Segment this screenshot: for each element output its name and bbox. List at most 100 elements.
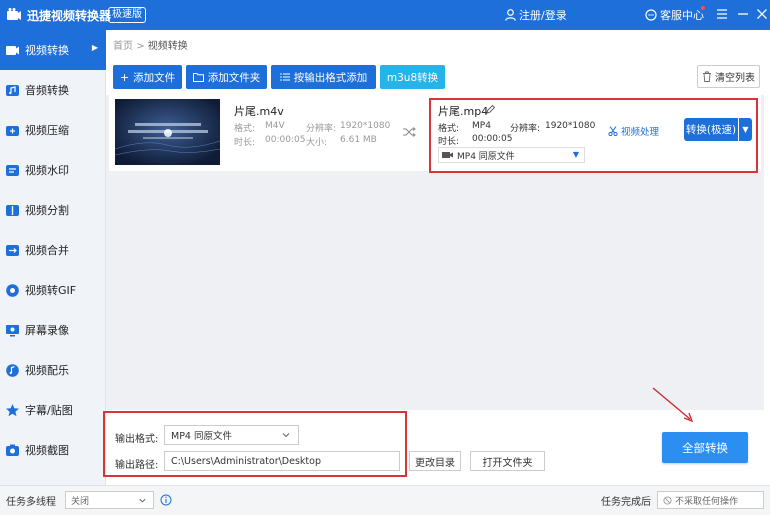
output-format-select-value: MP4 同原文件 <box>457 151 515 162</box>
video-gif-icon <box>6 283 19 297</box>
multithread-label: 任务多线程 <box>6 497 56 508</box>
after-done-value: 不采取任何操作 <box>675 496 739 507</box>
open-folder-button[interactable]: 打开文件夹 <box>470 451 545 471</box>
output-path-label: 输出路径: <box>115 460 159 471</box>
add-folder-button[interactable]: 添加文件夹 <box>186 65 267 89</box>
convert-all-button[interactable]: 全部转换 <box>662 432 748 463</box>
output-resolution-value: 1920*1080 <box>545 121 596 131</box>
close-icon[interactable] <box>754 6 770 22</box>
service-label: 客服中心 <box>660 9 704 22</box>
sidebar-item-label: 视频合并 <box>25 244 69 257</box>
clear-list-label: 清空列表 <box>715 73 755 84</box>
breadcrumb-home[interactable]: 首页 <box>113 41 133 52</box>
source-file-name: 片尾.m4v <box>234 105 284 118</box>
sidebar-item-label: 视频配乐 <box>25 364 69 377</box>
subtitle-icon <box>6 403 19 416</box>
add-by-format-label: 按输出格式添加 <box>293 71 368 84</box>
output-path-value: C:\Users\Administrator\Desktop <box>171 455 321 467</box>
chevron-down-icon <box>282 433 290 438</box>
login-link[interactable]: 注册/登录 <box>505 7 567 23</box>
multithread-select[interactable]: 关闭 <box>65 491 154 509</box>
video-process-label: 视频处理 <box>621 127 660 138</box>
plus-icon: + <box>119 70 130 84</box>
multithread-value: 关闭 <box>71 496 90 507</box>
sidebar-item-video-compress[interactable]: 视频压缩 <box>0 110 106 150</box>
convert-button-label: 转换(极速) <box>685 124 737 136</box>
sidebar-item-video-music[interactable]: 视频配乐 <box>0 350 106 390</box>
output-format-setting-select[interactable]: MP4 同原文件 <box>164 425 299 445</box>
sidebar-item-video-split[interactable]: 视频分割 <box>0 190 106 230</box>
change-directory-label: 更改目录 <box>415 457 455 469</box>
output-duration-label: 时长: <box>438 137 460 147</box>
edit-icon[interactable] <box>486 104 495 114</box>
video-thumbnail <box>115 99 220 165</box>
convert-button[interactable]: 转换(极速) <box>684 118 738 141</box>
audio-convert-icon <box>6 84 19 96</box>
service-center-link[interactable]: 客服中心 <box>645 7 704 23</box>
video-merge-icon <box>6 244 19 256</box>
convert-all-label: 全部转换 <box>682 440 728 455</box>
add-file-button[interactable]: + 添加文件 <box>113 65 182 89</box>
breadcrumb-current: 视频转换 <box>147 41 188 52</box>
sidebar-item-label: 视频转GIF <box>25 284 77 297</box>
m3u8-convert-button[interactable]: m3u8转换 <box>380 65 445 89</box>
video-watermark-icon <box>6 164 19 176</box>
source-size-label: 大小: <box>306 138 328 148</box>
sidebar-item-video-gif[interactable]: 视频转GIF <box>0 270 106 310</box>
output-path-field[interactable]: C:\Users\Administrator\Desktop <box>164 451 400 471</box>
chevron-right-icon: ▶ <box>91 43 98 52</box>
source-resolution-value: 1920*1080 <box>340 121 391 131</box>
sidebar-item-label: 屏幕录像 <box>25 324 69 337</box>
change-directory-button[interactable]: 更改目录 <box>409 451 461 471</box>
video-process-button[interactable]: 视频处理 <box>608 124 659 138</box>
video-music-icon <box>6 363 19 377</box>
output-duration-value: 00:00:05 <box>472 134 513 144</box>
sidebar-item-label: 视频转换 <box>25 44 69 57</box>
output-resolution-label: 分辨率: <box>510 124 541 134</box>
sidebar-item-video-screenshot[interactable]: 视频截图 <box>0 430 106 470</box>
breadcrumb-separator: > <box>136 41 145 52</box>
clear-list-button[interactable]: 清空列表 <box>697 65 760 88</box>
screen-record-icon <box>6 324 19 336</box>
sidebar-item-subtitle[interactable]: 字幕/贴图 <box>0 390 106 430</box>
output-format-value: MP4 <box>472 121 491 131</box>
sidebar-item-video-watermark[interactable]: 视频水印 <box>0 150 106 190</box>
source-resolution-label: 分辨率: <box>306 124 337 134</box>
source-size-value: 6.61 MB <box>340 135 377 145</box>
output-format-label: 格式: <box>438 124 460 134</box>
title-bar: 迅捷视频转换器 极速版 注册/登录 客服中心 <box>0 0 770 30</box>
breadcrumb: 首页 > 视频转换 <box>113 37 188 52</box>
notification-dot <box>701 6 705 10</box>
minimize-icon[interactable] <box>735 6 751 22</box>
sidebar-item-label: 音频转换 <box>25 84 69 97</box>
app-logo-icon <box>7 8 21 20</box>
open-folder-label: 打开文件夹 <box>482 457 533 469</box>
video-split-icon <box>6 204 19 216</box>
sidebar-item-label: 视频截图 <box>25 444 69 457</box>
output-format-select[interactable]: MP4 同原文件 ▼ <box>438 147 585 163</box>
status-bar: 任务多线程 关闭 任务完成后 不采取任何操作 <box>0 485 770 515</box>
output-format-setting-label: 输出格式: <box>115 434 159 445</box>
video-convert-icon <box>6 45 19 55</box>
sidebar-item-video-merge[interactable]: 视频合并 <box>0 230 106 270</box>
sidebar-item-audio-convert[interactable]: 音频转换 <box>0 70 106 110</box>
add-by-format-button[interactable]: 按输出格式添加 <box>271 65 376 89</box>
convert-dropdown-button[interactable]: ▼ <box>739 118 752 141</box>
sidebar-item-screen-record[interactable]: 屏幕录像 <box>0 310 106 350</box>
menu-icon[interactable] <box>714 6 730 22</box>
sidebar-item-label: 视频水印 <box>25 164 69 177</box>
video-compress-icon <box>6 125 19 136</box>
sidebar-item-video-convert[interactable]: 视频转换 ▶ <box>0 30 106 70</box>
source-duration-value: 00:00:05 <box>265 135 306 145</box>
add-file-label: 添加文件 <box>133 71 176 84</box>
output-file-name: 片尾.mp4 <box>438 105 489 118</box>
edition-badge: 极速版 <box>108 7 146 23</box>
after-done-select[interactable]: 不采取任何操作 <box>657 491 764 509</box>
source-duration-label: 时长: <box>234 138 256 148</box>
sidebar-item-label: 视频分割 <box>25 204 69 217</box>
info-icon[interactable] <box>160 494 172 506</box>
user-icon <box>505 9 516 21</box>
source-format-label: 格式: <box>234 124 256 134</box>
trash-icon <box>703 71 711 82</box>
video-screenshot-icon <box>6 444 19 456</box>
